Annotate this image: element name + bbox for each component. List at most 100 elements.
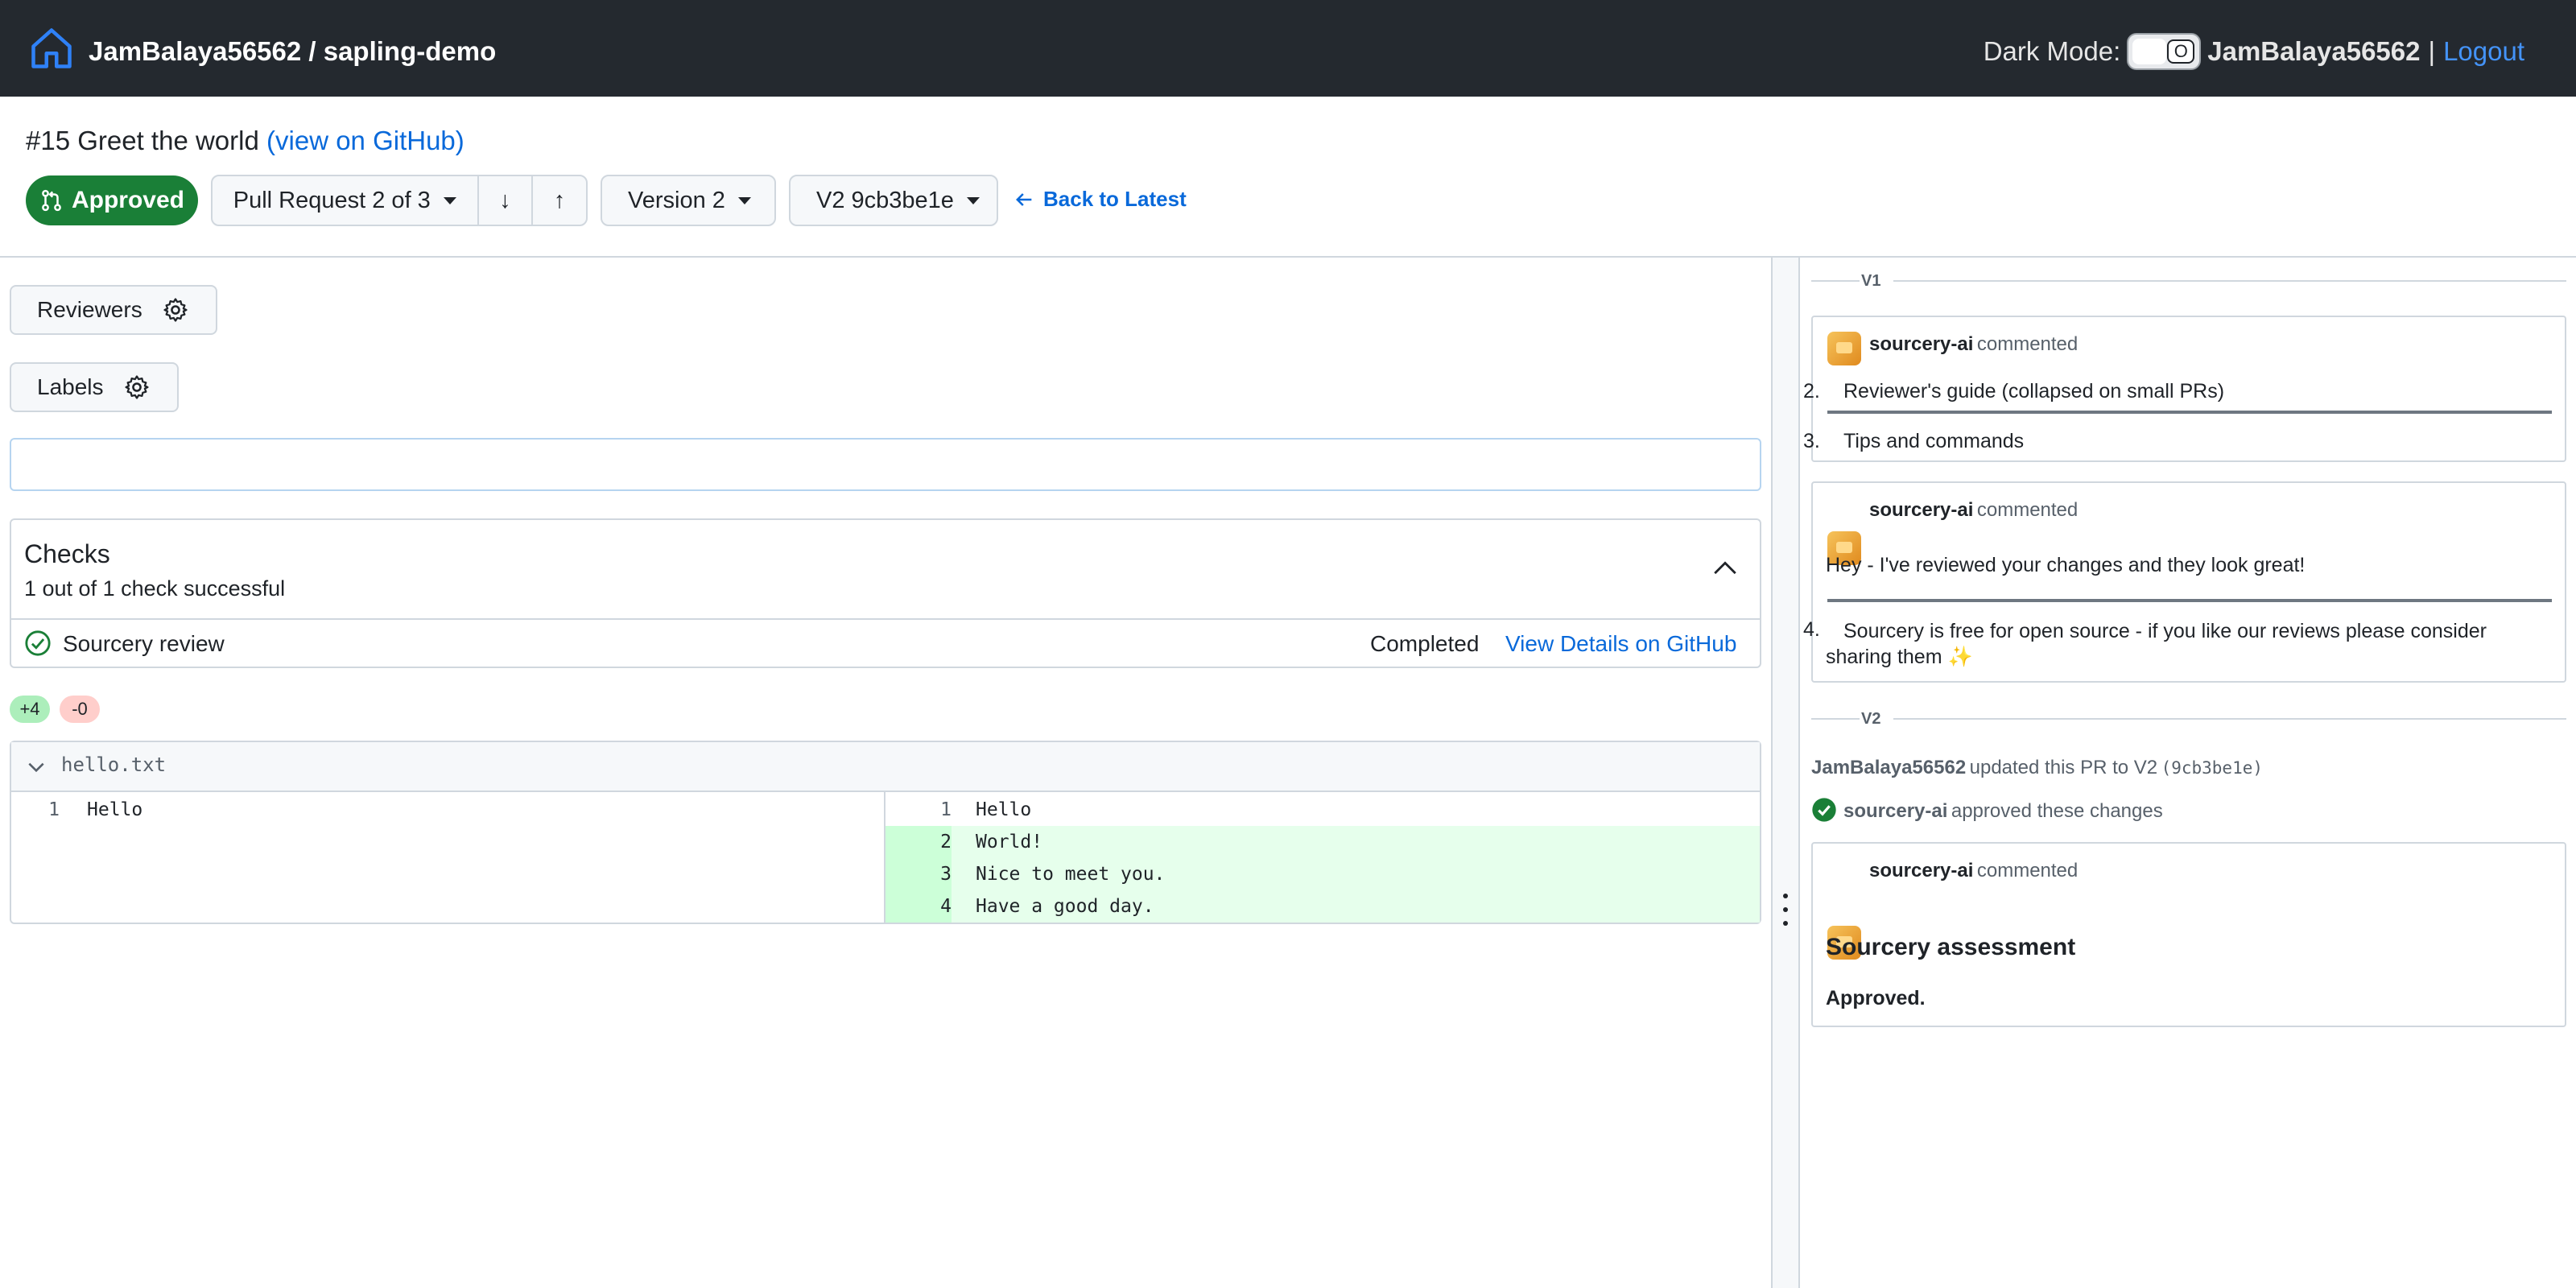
chevron-down-icon[interactable] [26, 757, 47, 778]
event-author[interactable]: sourcery-ai [1843, 800, 1947, 822]
commit-label: V2 9cb3be1e [816, 187, 954, 213]
chevron-up-icon[interactable] [1711, 554, 1739, 581]
checks-divider [11, 618, 1760, 620]
timeline-divider [1811, 718, 1860, 720]
header-right: Dark Mode: O JamBalaya56562 | Logout [1984, 29, 2524, 74]
logout-link[interactable]: Logout [2443, 36, 2524, 67]
caret-down-icon [737, 196, 751, 204]
line-number: 2 [886, 826, 952, 858]
diff-line-left: 1 Hello [11, 794, 884, 826]
event-text: updated this PR to V2 [1969, 757, 2158, 778]
arrow-left-icon [1016, 192, 1032, 206]
gear-icon [163, 298, 188, 322]
arrow-up-icon: ↑ [553, 187, 566, 213]
line-text: World! [976, 832, 1043, 852]
version-label: Version 2 [628, 187, 725, 213]
line-text: Hello [976, 799, 1032, 820]
version-marker: V2 [1861, 710, 1881, 728]
header-divider [0, 256, 2576, 258]
list-item-number: 4. [1803, 618, 1820, 641]
comment-body: Hey - I've reviewed your changes and the… [1826, 554, 2306, 576]
separator-rule [1827, 599, 2552, 602]
diff-line-added: 3 Nice to meet you. [886, 858, 1760, 890]
pr-title: #15 Greet the world [26, 126, 259, 155]
check-name: Sourcery review [63, 631, 225, 656]
toggle-track [2132, 39, 2167, 64]
version-marker: V1 [1861, 272, 1881, 290]
separator: | [2428, 36, 2436, 66]
line-number: 1 [48, 799, 60, 820]
pr-select-label: Pull Request 2 of 3 [233, 187, 431, 213]
pr-select-dropdown[interactable]: Pull Request 2 of 3 [213, 176, 479, 225]
check-status: Completed [1370, 631, 1480, 656]
timeline-divider [1893, 280, 2566, 282]
repo-title[interactable]: JamBalaya56562 / sapling-demo [89, 29, 496, 74]
dark-mode-toggle[interactable]: O [2127, 33, 2202, 70]
reviewers-label: Reviewers [37, 297, 142, 322]
event-text: approved these changes [1951, 800, 2163, 822]
additions-badge: +4 [10, 696, 50, 723]
home-icon[interactable] [27, 24, 76, 72]
comment-action: commented [1976, 333, 2079, 355]
pane-splitter[interactable] [1771, 258, 1800, 1288]
comment-author[interactable]: sourcery-ai [1869, 499, 1973, 521]
line-number: 1 [940, 799, 952, 820]
diff-line-added: 4 Have a good day. [886, 890, 1760, 923]
arrow-down-icon: ↓ [499, 187, 511, 213]
next-pr-button[interactable]: ↓ [479, 176, 534, 225]
comment-header: sourcery-ai commented [1869, 333, 2078, 356]
checks-summary: 1 out of 1 check successful [24, 576, 286, 601]
approve-event: sourcery-ai approved these changes [1843, 800, 2163, 823]
file-name: hello.txt [61, 753, 167, 776]
caret-down-icon [443, 196, 456, 204]
reviewers-button[interactable]: Reviewers [10, 285, 217, 335]
event-commit[interactable]: (9cb3be1e) [2161, 758, 2263, 778]
view-on-github-link[interactable]: (view on GitHub) [266, 126, 464, 155]
comment-body: Approved. [1826, 987, 1926, 1009]
comment-header: sourcery-ai commented [1869, 499, 2078, 522]
comment-author[interactable]: sourcery-ai [1869, 860, 1973, 881]
labels-label: Labels [37, 374, 104, 399]
check-circle-icon [25, 630, 51, 656]
back-to-latest-link[interactable]: Back to Latest [1013, 187, 1187, 212]
update-event: JamBalaya56562 updated this PR to V2 (9c… [1811, 757, 2263, 779]
comment-action: commented [1976, 860, 2079, 881]
list-item-number: 2. [1803, 380, 1820, 402]
description-box[interactable] [10, 438, 1761, 491]
diff-line-added: 2 World! [886, 826, 1760, 858]
back-to-latest-label: Back to Latest [1043, 187, 1187, 211]
git-pull-request-icon [42, 189, 61, 212]
list-item-text[interactable]: Reviewer's guide (collapsed on small PRs… [1843, 380, 2224, 403]
comment-author[interactable]: sourcery-ai [1869, 333, 1973, 355]
diff-line-right: 1 Hello [886, 794, 1760, 826]
prev-pr-button[interactable]: ↑ [533, 176, 586, 225]
comment-action: commented [1976, 499, 2079, 521]
username: JamBalaya56562 [2207, 36, 2421, 66]
dark-mode-label: Dark Mode: [1983, 36, 2121, 66]
line-text: Hello [87, 799, 143, 820]
toggle-knob: O [2167, 39, 2195, 64]
comment-heading: Sourcery assessment [1826, 934, 2076, 960]
event-author[interactable]: JamBalaya56562 [1811, 757, 1966, 778]
line-number: 3 [886, 858, 952, 890]
deletions-badge: -0 [60, 696, 100, 723]
caret-down-icon [966, 196, 980, 204]
avatar [1827, 332, 1861, 365]
timeline-divider [1811, 280, 1860, 282]
view-details-link[interactable]: View Details on GitHub [1505, 631, 1736, 657]
list-item-text[interactable]: Tips and commands [1843, 430, 2024, 453]
commit-dropdown[interactable]: V2 9cb3be1e [789, 175, 998, 226]
line-number: 4 [886, 890, 952, 923]
separator-rule [1827, 411, 2552, 414]
line-text: Nice to meet you. [976, 864, 1166, 885]
kebab-icon[interactable] [1779, 894, 1792, 926]
version-dropdown[interactable]: Version 2 [601, 175, 776, 226]
pr-title-line: #15 Greet the world (view on GitHub) [26, 126, 464, 156]
gear-icon [124, 375, 149, 399]
timeline-divider [1893, 718, 2566, 720]
check-circle-icon [1812, 798, 1836, 822]
labels-button[interactable]: Labels [10, 362, 179, 412]
list-item-text: Sourcery is free for open source - if yo… [1826, 620, 2487, 668]
file-header[interactable] [11, 742, 1760, 792]
comment-header: sourcery-ai commented [1869, 860, 2078, 882]
